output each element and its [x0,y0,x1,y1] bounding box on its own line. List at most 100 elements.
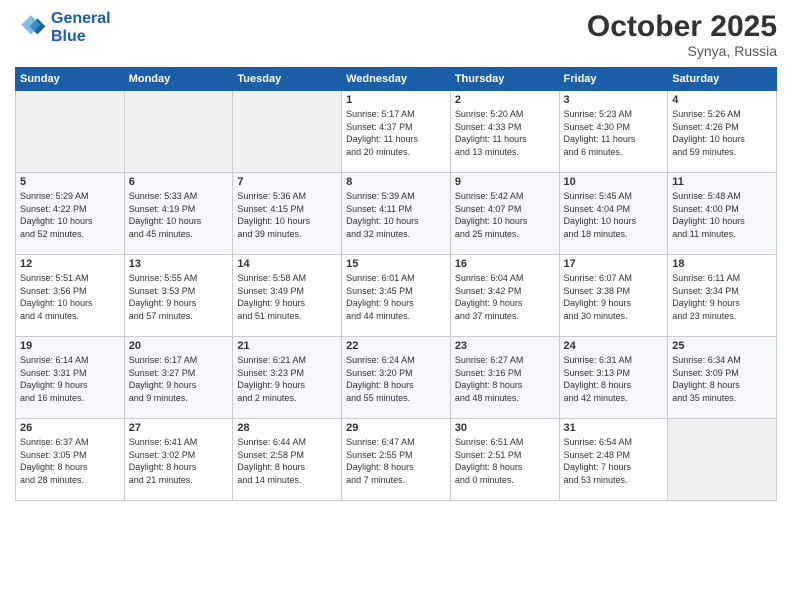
day-info: Sunrise: 6:54 AM Sunset: 2:48 PM Dayligh… [564,436,664,486]
day-number: 24 [564,340,664,352]
logo: General Blue [15,10,111,45]
day-number: 30 [455,422,555,434]
day-info: Sunrise: 6:47 AM Sunset: 2:55 PM Dayligh… [346,436,446,486]
day-info: Sunrise: 6:01 AM Sunset: 3:45 PM Dayligh… [346,272,446,322]
calendar-cell: 28 Sunrise: 6:44 AM Sunset: 2:58 PM Dayli… [233,419,342,501]
day-info: Sunrise: 5:33 AM Sunset: 4:19 PM Dayligh… [129,190,229,240]
day-number: 16 [455,258,555,270]
header-monday: Monday [124,68,233,91]
header-thursday: Thursday [450,68,559,91]
header: General Blue October 2025 Synya, Russia [15,10,777,59]
day-info: Sunrise: 6:17 AM Sunset: 3:27 PM Dayligh… [129,354,229,404]
logo-icon [15,12,47,44]
calendar-cell: 26Sunrise: 6:37 AM Sunset: 3:05 PM Dayli… [16,419,125,501]
calendar-cell: 16 Sunrise: 6:04 AM Sunset: 3:42 PM Dayli… [450,255,559,337]
day-info: Sunrise: 5:29 AM Sunset: 4:22 PM Dayligh… [20,190,120,240]
calendar-cell: 10 Sunrise: 5:45 AM Sunset: 4:04 PM Dayli… [559,173,668,255]
calendar-cell: 25Sunrise: 6:34 AM Sunset: 3:09 PM Dayli… [668,337,777,419]
logo-line2: Blue [51,28,86,45]
day-info: Sunrise: 5:26 AM Sunset: 4:26 PM Dayligh… [672,108,772,158]
calendar-week-2: 5 Sunrise: 5:29 AM Sunset: 4:22 PM Daylig… [16,173,777,255]
day-info: Sunrise: 5:55 AM Sunset: 3:53 PM Dayligh… [129,272,229,322]
calendar-week-1: 1Sunrise: 5:17 AM Sunset: 4:37 PM Daylig… [16,91,777,173]
calendar-cell: 21Sunrise: 6:21 AM Sunset: 3:23 PM Dayli… [233,337,342,419]
calendar-cell: 17 Sunrise: 6:07 AM Sunset: 3:38 PM Dayli… [559,255,668,337]
day-info: Sunrise: 6:07 AM Sunset: 3:38 PM Dayligh… [564,272,664,322]
calendar-cell: 29 Sunrise: 6:47 AM Sunset: 2:55 PM Dayli… [342,419,451,501]
day-number: 18 [672,258,772,270]
header-wednesday: Wednesday [342,68,451,91]
calendar-cell: 22Sunrise: 6:24 AM Sunset: 3:20 PM Dayli… [342,337,451,419]
calendar-cell: 11Sunrise: 5:48 AM Sunset: 4:00 PM Dayli… [668,173,777,255]
calendar-cell: 19 Sunrise: 6:14 AM Sunset: 3:31 PM Dayli… [16,337,125,419]
day-number: 3 [564,94,664,106]
month-title: October 2025 [587,10,777,43]
header-tuesday: Tuesday [233,68,342,91]
day-info: Sunrise: 6:44 AM Sunset: 2:58 PM Dayligh… [237,436,337,486]
calendar-cell: 13Sunrise: 5:55 AM Sunset: 3:53 PM Dayli… [124,255,233,337]
calendar-cell: 24Sunrise: 6:31 AM Sunset: 3:13 PM Dayli… [559,337,668,419]
day-number: 11 [672,176,772,188]
calendar-body: 1Sunrise: 5:17 AM Sunset: 4:37 PM Daylig… [16,91,777,501]
calendar-cell: 31 Sunrise: 6:54 AM Sunset: 2:48 PM Dayli… [559,419,668,501]
day-info: Sunrise: 5:51 AM Sunset: 3:56 PM Dayligh… [20,272,120,322]
calendar-cell: 9 Sunrise: 5:42 AM Sunset: 4:07 PM Daylig… [450,173,559,255]
calendar-cell: 23Sunrise: 6:27 AM Sunset: 3:16 PM Dayli… [450,337,559,419]
location-subtitle: Synya, Russia [587,43,777,59]
calendar-cell [16,91,125,173]
calendar-cell: 7Sunrise: 5:36 AM Sunset: 4:15 PM Daylig… [233,173,342,255]
logo-line1: General [51,10,111,27]
day-info: Sunrise: 6:11 AM Sunset: 3:34 PM Dayligh… [672,272,772,322]
day-number: 17 [564,258,664,270]
calendar-cell: 27Sunrise: 6:41 AM Sunset: 3:02 PM Dayli… [124,419,233,501]
day-number: 31 [564,422,664,434]
day-number: 20 [129,340,229,352]
header-friday: Friday [559,68,668,91]
day-number: 21 [237,340,337,352]
calendar-cell: 3 Sunrise: 5:23 AM Sunset: 4:30 PM Daylig… [559,91,668,173]
calendar-cell: 2Sunrise: 5:20 AM Sunset: 4:33 PM Daylig… [450,91,559,173]
day-info: Sunrise: 5:23 AM Sunset: 4:30 PM Dayligh… [564,108,664,158]
day-info: Sunrise: 5:45 AM Sunset: 4:04 PM Dayligh… [564,190,664,240]
calendar-cell [233,91,342,173]
calendar-cell [668,419,777,501]
calendar-cell: 18 Sunrise: 6:11 AM Sunset: 3:34 PM Dayli… [668,255,777,337]
calendar-cell: 6Sunrise: 5:33 AM Sunset: 4:19 PM Daylig… [124,173,233,255]
day-info: Sunrise: 5:36 AM Sunset: 4:15 PM Dayligh… [237,190,337,240]
day-number: 5 [20,176,120,188]
day-number: 12 [20,258,120,270]
day-number: 9 [455,176,555,188]
weekday-row: Sunday Monday Tuesday Wednesday Thursday… [16,68,777,91]
day-info: Sunrise: 6:14 AM Sunset: 3:31 PM Dayligh… [20,354,120,404]
day-info: Sunrise: 5:58 AM Sunset: 3:49 PM Dayligh… [237,272,337,322]
day-number: 28 [237,422,337,434]
day-number: 10 [564,176,664,188]
calendar-header: Sunday Monday Tuesday Wednesday Thursday… [16,68,777,91]
calendar-week-5: 26Sunrise: 6:37 AM Sunset: 3:05 PM Dayli… [16,419,777,501]
calendar-cell: 8Sunrise: 5:39 AM Sunset: 4:11 PM Daylig… [342,173,451,255]
day-info: Sunrise: 6:27 AM Sunset: 3:16 PM Dayligh… [455,354,555,404]
day-number: 29 [346,422,446,434]
calendar-table: Sunday Monday Tuesday Wednesday Thursday… [15,67,777,501]
day-info: Sunrise: 5:42 AM Sunset: 4:07 PM Dayligh… [455,190,555,240]
day-number: 14 [237,258,337,270]
calendar-cell: 4 Sunrise: 5:26 AM Sunset: 4:26 PM Daylig… [668,91,777,173]
calendar-cell: 20 Sunrise: 6:17 AM Sunset: 3:27 PM Dayli… [124,337,233,419]
calendar-cell: 30Sunrise: 6:51 AM Sunset: 2:51 PM Dayli… [450,419,559,501]
calendar-cell: 14 Sunrise: 5:58 AM Sunset: 3:49 PM Dayli… [233,255,342,337]
calendar-week-4: 19 Sunrise: 6:14 AM Sunset: 3:31 PM Dayli… [16,337,777,419]
day-info: Sunrise: 6:37 AM Sunset: 3:05 PM Dayligh… [20,436,120,486]
day-number: 15 [346,258,446,270]
logo-text: General Blue [51,10,111,45]
header-saturday: Saturday [668,68,777,91]
calendar-cell: 1Sunrise: 5:17 AM Sunset: 4:37 PM Daylig… [342,91,451,173]
day-number: 22 [346,340,446,352]
day-number: 2 [455,94,555,106]
calendar-cell: 12 Sunrise: 5:51 AM Sunset: 3:56 PM Dayli… [16,255,125,337]
day-number: 19 [20,340,120,352]
day-info: Sunrise: 5:39 AM Sunset: 4:11 PM Dayligh… [346,190,446,240]
day-number: 25 [672,340,772,352]
day-info: Sunrise: 6:04 AM Sunset: 3:42 PM Dayligh… [455,272,555,322]
day-number: 4 [672,94,772,106]
day-info: Sunrise: 5:17 AM Sunset: 4:37 PM Dayligh… [346,108,446,158]
